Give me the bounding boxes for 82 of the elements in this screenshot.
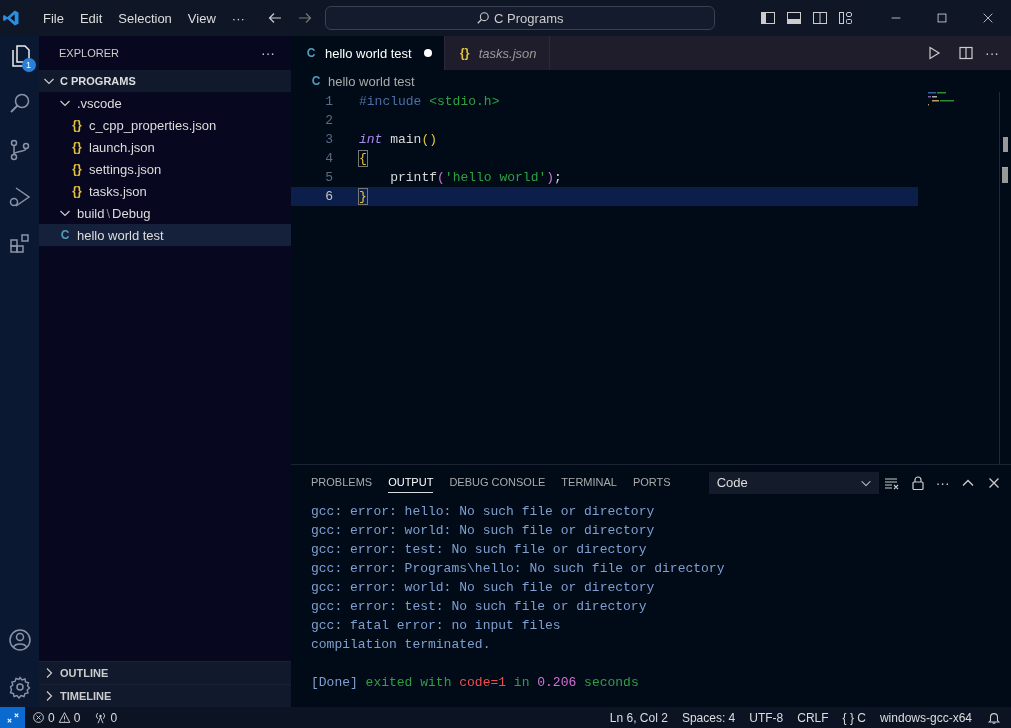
section-header[interactable]: OUTLINE bbox=[39, 661, 291, 684]
language-mode[interactable]: { } C bbox=[835, 710, 873, 725]
lock-icon[interactable] bbox=[909, 474, 926, 491]
remote-button[interactable] bbox=[0, 707, 25, 728]
output-line: gcc: error: test: No such file or directory bbox=[311, 599, 647, 614]
status-item[interactable]: CRLF bbox=[790, 710, 836, 725]
configuration-status[interactable]: windows-gcc-x64 bbox=[872, 710, 979, 725]
extensions-icon[interactable] bbox=[7, 232, 32, 256]
run-icon[interactable] bbox=[926, 45, 942, 61]
maximize-icon[interactable] bbox=[935, 11, 949, 25]
code-line: printf('hello world'); bbox=[389, 170, 562, 185]
menu-item[interactable]: File bbox=[35, 10, 72, 26]
warning-icon bbox=[57, 711, 71, 724]
panel-tab[interactable]: DEBUG CONSOLE bbox=[449, 472, 546, 493]
section-header[interactable]: TIMELINE bbox=[39, 684, 291, 707]
editor-tab[interactable]: {} tasks.json bbox=[444, 36, 550, 70]
ports-status[interactable]: 0 bbox=[87, 710, 125, 725]
forward-arrow-icon[interactable] bbox=[296, 10, 313, 26]
code-line: #include <stdio.h> bbox=[359, 94, 500, 109]
error-icon bbox=[32, 711, 45, 724]
folder-section-header[interactable]: C PROGRAMS bbox=[39, 70, 291, 92]
panel-tab[interactable]: TERMINAL bbox=[561, 472, 617, 493]
menu-item[interactable]: View bbox=[179, 10, 224, 26]
split-layout-icon[interactable] bbox=[812, 10, 828, 26]
line-number: 4 bbox=[324, 151, 333, 166]
scrollbar[interactable] bbox=[999, 92, 1011, 464]
remote-icon bbox=[5, 710, 20, 725]
editor-tab[interactable]: C hello world test bbox=[291, 36, 445, 70]
tree-item[interactable]: .vscode bbox=[39, 92, 291, 114]
line-number: 5 bbox=[324, 170, 333, 185]
output-line: gcc: fatal error: no input files bbox=[311, 618, 561, 633]
breadcrumb[interactable]: C hello world test bbox=[291, 70, 415, 92]
tree-item[interactable]: C hello world test bbox=[39, 224, 291, 246]
status-item[interactable]: Ln 6, Col 2 bbox=[602, 710, 675, 725]
toggle-sidebar-icon[interactable] bbox=[760, 10, 776, 26]
tree-item[interactable]: build\Debug bbox=[39, 202, 291, 224]
output-line: gcc: error: hello: No such file or directory bbox=[311, 504, 655, 519]
output-channel-dropdown[interactable]: Code bbox=[708, 471, 879, 494]
antenna-icon bbox=[94, 711, 108, 724]
line-number: 3 bbox=[324, 132, 333, 147]
output-line: gcc: error: world: No such file or directory bbox=[311, 523, 655, 538]
panel-tab[interactable]: OUTPUT bbox=[388, 472, 434, 493]
command-center-search[interactable]: C Programs bbox=[324, 6, 715, 30]
back-arrow-icon[interactable] bbox=[266, 10, 283, 26]
more-menu-button[interactable]: ··· bbox=[223, 10, 253, 26]
panel-tab[interactable]: PORTS bbox=[632, 472, 671, 493]
run-debug-icon[interactable] bbox=[7, 185, 32, 209]
settings-icon[interactable] bbox=[7, 675, 32, 699]
notification-badge: 1 bbox=[21, 58, 36, 72]
more-actions-button[interactable]: ··· bbox=[261, 45, 275, 61]
notifications-icon[interactable] bbox=[987, 710, 1001, 725]
code-line: int main() bbox=[359, 132, 438, 147]
line-number: 1 bbox=[324, 94, 333, 109]
code-line: } bbox=[359, 189, 367, 204]
menu-item[interactable]: Selection bbox=[110, 10, 180, 26]
customize-layout-icon[interactable] bbox=[838, 10, 854, 26]
more-actions-button[interactable]: ··· bbox=[985, 45, 999, 61]
tree-item[interactable]: {} c_cpp_properties.json bbox=[39, 114, 291, 136]
output-line: [Done] exited with code=1 in 0.206 seconds bbox=[311, 675, 639, 690]
account-icon[interactable] bbox=[7, 628, 32, 652]
status-item[interactable]: Spaces: 4 bbox=[674, 710, 743, 725]
toggle-panel-icon[interactable] bbox=[786, 10, 802, 26]
output-line: compilation terminated. bbox=[311, 637, 491, 652]
tree-item[interactable]: {} launch.json bbox=[39, 136, 291, 158]
more-actions-button[interactable]: ··· bbox=[935, 474, 950, 491]
sidebar-title: EXPLORER bbox=[59, 47, 119, 59]
search-icon bbox=[476, 11, 491, 25]
close-icon[interactable] bbox=[981, 11, 995, 25]
output-line: gcc: error: test: No such file or directory bbox=[311, 542, 647, 557]
tree-item[interactable]: {} tasks.json bbox=[39, 180, 291, 202]
menu-item[interactable]: Edit bbox=[71, 10, 111, 26]
app-logo-icon bbox=[2, 9, 20, 27]
output-line: gcc: error: Programs\hello: No such file or directory bbox=[311, 561, 725, 576]
output-line: gcc: error: world: No such file or directory bbox=[311, 580, 655, 595]
split-editor-icon[interactable] bbox=[958, 45, 974, 61]
status-item[interactable]: UTF-8 bbox=[742, 710, 791, 725]
panel-tab[interactable]: PROBLEMS bbox=[311, 472, 373, 493]
problems-status[interactable]: 0 0 bbox=[25, 710, 88, 725]
line-number: 2 bbox=[324, 113, 333, 128]
line-number: 6 bbox=[324, 189, 333, 204]
tree-item[interactable]: {} settings.json bbox=[39, 158, 291, 180]
code-line: { bbox=[359, 151, 367, 166]
